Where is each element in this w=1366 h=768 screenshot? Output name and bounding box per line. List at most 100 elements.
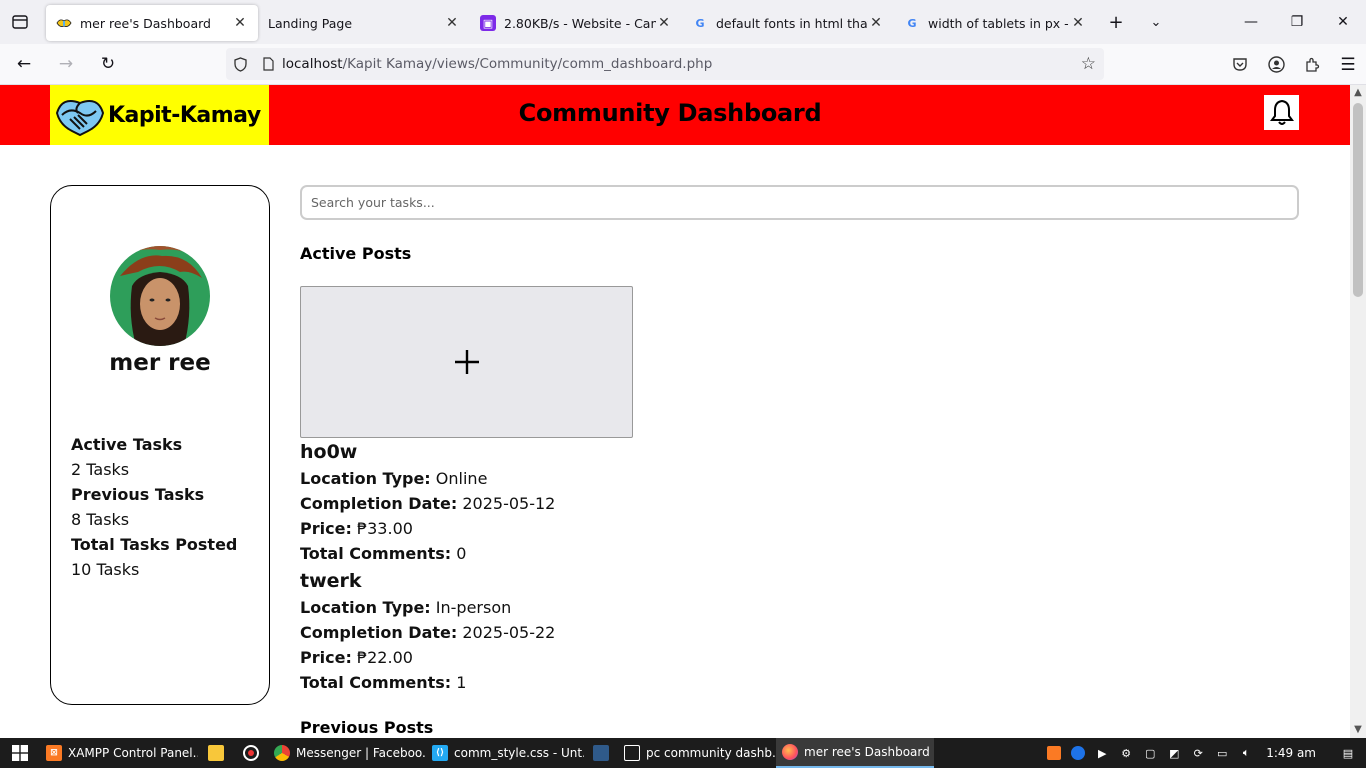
taskbar-item-xampp[interactable]: ⊠ XAMPP Control Panel... bbox=[40, 738, 198, 768]
bookmark-star-icon[interactable]: ☆ bbox=[1081, 54, 1096, 74]
tab-dashboard[interactable]: mer ree's Dashboard ✕ bbox=[46, 5, 258, 41]
camera-icon[interactable]: ▢ bbox=[1138, 747, 1162, 760]
taskbar-clock[interactable]: 1:49 am bbox=[1258, 746, 1330, 760]
stat-label: Active Tasks bbox=[71, 435, 183, 454]
close-icon[interactable]: ✕ bbox=[656, 15, 672, 31]
browser-tab-strip: mer ree's Dashboard ✕ Landing Page ✕ ▣ 2… bbox=[0, 0, 1366, 44]
taskbar-label: mer ree's Dashboard ... bbox=[804, 745, 934, 759]
close-window-icon[interactable]: ✕ bbox=[1320, 0, 1366, 44]
network-tool-icon[interactable]: ⚙ bbox=[1114, 747, 1138, 760]
file-explorer-icon bbox=[208, 745, 224, 761]
forward-icon[interactable]: → bbox=[48, 46, 84, 82]
tab-list-icon[interactable] bbox=[0, 0, 40, 44]
close-icon[interactable]: ✕ bbox=[232, 15, 248, 31]
post-field-label: Completion Date: bbox=[300, 623, 458, 642]
post-field-label: Location Type: bbox=[300, 598, 431, 617]
plus-icon bbox=[454, 350, 479, 374]
menu-icon[interactable]: ☰ bbox=[1330, 47, 1366, 83]
google-icon: G bbox=[907, 16, 917, 30]
page-scrollbar[interactable]: ▲ ▼ bbox=[1350, 85, 1366, 738]
taskbar-label: pc community dashb... bbox=[646, 746, 776, 760]
sync-icon[interactable]: ⟳ bbox=[1186, 747, 1210, 760]
tab-title: mer ree's Dashboard bbox=[80, 15, 211, 31]
previous-posts-heading: Previous Posts bbox=[300, 718, 434, 737]
minimize-icon[interactable]: — bbox=[1228, 0, 1274, 44]
post-price: ₱22.00 bbox=[356, 648, 413, 667]
close-icon[interactable]: ✕ bbox=[1070, 15, 1086, 31]
notification-bell-icon[interactable] bbox=[1264, 95, 1299, 130]
tab-title: Landing Page bbox=[268, 15, 353, 31]
xampp-tray-icon[interactable] bbox=[1042, 746, 1066, 760]
tab-canva[interactable]: ▣ 2.80KB/s - Website - Canva ✕ bbox=[470, 5, 682, 41]
profile-name: mer ree bbox=[109, 350, 211, 376]
taskbar-label: comm_style.css - Unt... bbox=[454, 746, 584, 760]
record-icon bbox=[243, 745, 259, 761]
windows-start-icon[interactable] bbox=[0, 738, 40, 768]
tab-google-fonts[interactable]: G default fonts in html that look ✕ bbox=[682, 5, 894, 41]
scroll-down-icon[interactable]: ▼ bbox=[1350, 722, 1366, 738]
taskbar-label: XAMPP Control Panel... bbox=[68, 746, 198, 760]
restore-icon[interactable]: ❐ bbox=[1274, 0, 1320, 44]
taskbar-item-explorer[interactable] bbox=[198, 738, 234, 768]
taskbar-item-vscode[interactable]: ⟨⟩ comm_style.css - Unt... bbox=[426, 738, 584, 768]
post-date: 2025-05-22 bbox=[462, 623, 556, 642]
extensions-icon[interactable] bbox=[1294, 47, 1330, 83]
stat-value: 8 Tasks bbox=[71, 510, 130, 529]
handshake-favicon-icon bbox=[56, 15, 72, 31]
taskbar-item-photos[interactable]: pc community dashb... bbox=[618, 738, 776, 768]
post-title: ho0w bbox=[300, 441, 358, 463]
app-icon bbox=[593, 745, 609, 761]
avatar[interactable] bbox=[110, 246, 210, 346]
canva-icon: ▣ bbox=[480, 15, 496, 31]
profile-card: mer ree Active Tasks 2 Tasks Previous Ta… bbox=[50, 185, 270, 705]
firefox-icon bbox=[782, 744, 798, 760]
profile-stats: Active Tasks 2 Tasks Previous Tasks 8 Ta… bbox=[71, 432, 237, 582]
taskbar-item-chrome[interactable]: Messenger | Faceboo... bbox=[268, 738, 426, 768]
add-post-button[interactable] bbox=[300, 286, 633, 438]
page-title: Community Dashboard bbox=[518, 99, 822, 127]
close-icon[interactable]: ✕ bbox=[444, 15, 460, 31]
post-price: ₱33.00 bbox=[356, 519, 413, 538]
post-field-label: Total Comments: bbox=[300, 544, 452, 563]
site-header: Kapit-Kamay Community Dashboard bbox=[0, 85, 1350, 145]
post-field-label: Completion Date: bbox=[300, 494, 458, 513]
display-icon[interactable]: ▭ bbox=[1210, 747, 1234, 760]
chevron-down-icon[interactable]: ⌄ bbox=[1136, 0, 1176, 44]
new-tab-icon[interactable]: + bbox=[1096, 0, 1136, 44]
taskbar-item-firefox[interactable]: mer ree's Dashboard ... bbox=[776, 738, 934, 768]
bluetooth-icon[interactable] bbox=[1066, 746, 1090, 760]
media-play-icon[interactable]: ▶ bbox=[1090, 747, 1114, 760]
reload-icon[interactable]: ↻ bbox=[90, 46, 126, 82]
active-posts-heading: Active Posts bbox=[300, 244, 412, 263]
browser-nav-bar: ← → ↻ localhost/Kapit Kamay/views/Commun… bbox=[0, 44, 1366, 85]
tab-title: width of tablets in px - Googl bbox=[928, 15, 1070, 31]
back-icon[interactable]: ← bbox=[6, 46, 42, 82]
post-item[interactable]: ho0w Location Type: Online Completion Da… bbox=[300, 439, 555, 566]
url-path: /Kapit Kamay/views/Community/comm_dashbo… bbox=[342, 56, 713, 72]
post-field-label: Price: bbox=[300, 648, 352, 667]
tab-title: 2.80KB/s - Website - Canva bbox=[504, 15, 656, 31]
search-input[interactable]: Search your tasks... bbox=[300, 185, 1299, 220]
post-item[interactable]: twerk Location Type: In-person Completio… bbox=[300, 568, 555, 695]
close-icon[interactable]: ✕ bbox=[868, 15, 884, 31]
tab-title: default fonts in html that look bbox=[716, 15, 868, 31]
account-icon[interactable] bbox=[1258, 47, 1294, 83]
volume-icon[interactable]: 🔈︎ bbox=[1234, 746, 1258, 760]
url-host: localhost bbox=[282, 56, 343, 72]
window-controls: — ❐ ✕ bbox=[1228, 0, 1366, 44]
page-viewport: Kapit-Kamay Community Dashboard mer ree bbox=[0, 85, 1350, 738]
security-icon[interactable]: ◩ bbox=[1162, 747, 1186, 760]
taskbar-item-app[interactable] bbox=[584, 738, 618, 768]
pocket-icon[interactable] bbox=[1222, 47, 1258, 83]
address-bar[interactable]: localhost/Kapit Kamay/views/Community/co… bbox=[226, 48, 1104, 80]
tab-landing[interactable]: Landing Page ✕ bbox=[258, 5, 470, 41]
tab-google-tablets[interactable]: G width of tablets in px - Googl ✕ bbox=[894, 5, 1096, 41]
taskbar-item-recorder[interactable] bbox=[234, 738, 268, 768]
post-comments: 1 bbox=[456, 673, 467, 692]
post-location: In-person bbox=[435, 598, 512, 617]
taskbar-label: Messenger | Faceboo... bbox=[296, 746, 426, 760]
shield-icon[interactable] bbox=[226, 56, 254, 72]
scrollbar-thumb[interactable] bbox=[1353, 103, 1363, 297]
scroll-up-icon[interactable]: ▲ bbox=[1350, 85, 1366, 101]
notifications-icon[interactable]: ▤ bbox=[1330, 747, 1366, 760]
